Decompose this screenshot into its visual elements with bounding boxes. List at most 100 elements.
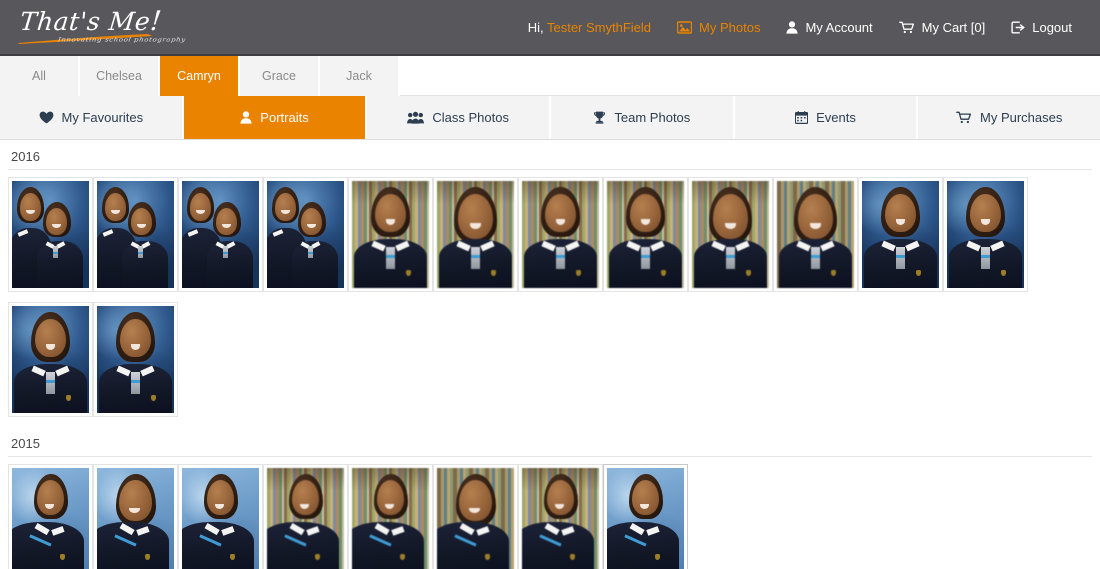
category-label-team-photos: Team Photos <box>614 110 691 125</box>
topnav-label-my-cart: My Cart [0] <box>921 19 986 35</box>
photo-image <box>437 468 514 569</box>
photo-image <box>777 181 854 288</box>
site-logo[interactable]: That's Me! Innovating school photography <box>14 2 194 52</box>
photo-thumbnail[interactable] <box>688 177 773 292</box>
user-greeting: Hi, Tester SmythField <box>528 20 651 35</box>
logo-tagline: Innovating school photography <box>57 36 187 44</box>
gallery-year-2015: 2015 <box>8 436 1092 569</box>
greeting-prefix: Hi, <box>527 19 544 35</box>
photo-thumbnail[interactable] <box>943 177 1028 292</box>
child-tab-jack[interactable]: Jack <box>320 56 400 96</box>
topnav-item-my-photos[interactable]: My Photos <box>677 20 760 35</box>
photo-thumbnail[interactable] <box>858 177 943 292</box>
child-tab-camryn[interactable]: Camryn <box>160 56 240 96</box>
category-label-class-photos: Class Photos <box>432 110 509 125</box>
trophy-icon <box>593 111 606 124</box>
child-tab-label-camryn: Camryn <box>177 69 221 83</box>
child-tab-all[interactable]: All <box>0 56 80 96</box>
photo-image <box>692 181 769 288</box>
top-navigation: Hi, Tester SmythField My Photos My Accou… <box>528 20 1088 35</box>
photo-thumbnail[interactable] <box>433 177 518 292</box>
photo-thumbnail[interactable] <box>93 177 178 292</box>
year-heading: 2015 <box>11 436 40 451</box>
photo-image <box>267 468 344 569</box>
photo-thumbnail[interactable] <box>603 464 688 569</box>
calendar-icon <box>795 111 809 124</box>
photo-image <box>352 468 429 569</box>
user-name: Tester SmythField <box>546 19 652 35</box>
photo-thumbnail[interactable] <box>263 464 348 569</box>
child-tab-label-all: All <box>32 69 46 83</box>
category-team-photos[interactable]: Team Photos <box>551 96 735 139</box>
photo-thumbnail[interactable] <box>518 464 603 569</box>
child-tab-grace[interactable]: Grace <box>240 56 320 96</box>
photo-image <box>182 468 259 569</box>
category-my-purchases[interactable]: My Purchases <box>918 96 1100 139</box>
thumbnail-grid-2016 <box>8 177 1092 427</box>
photo-thumbnail[interactable] <box>93 302 178 417</box>
category-label-events: Events <box>816 110 856 125</box>
photo-image <box>12 181 89 288</box>
photo-icon <box>677 20 693 34</box>
site-header: That's Me! Innovating school photography… <box>0 0 1100 56</box>
category-label-portraits: Portraits <box>260 110 309 125</box>
year-divider <box>8 169 1092 170</box>
photo-image <box>12 306 89 413</box>
category-events[interactable]: Events <box>734 96 919 139</box>
topnav-label-my-account: My Account <box>805 19 873 35</box>
cart-icon <box>898 21 915 34</box>
photo-thumbnail[interactable] <box>263 177 348 292</box>
photo-thumbnail[interactable] <box>518 177 603 292</box>
cart-icon <box>956 111 972 124</box>
photo-thumbnail[interactable] <box>603 177 688 292</box>
topnav-item-my-account[interactable]: My Account <box>786 19 873 35</box>
category-nav-bar: My Favourites Portraits Class Photos Tea… <box>0 96 1100 140</box>
topnav-label-logout: Logout <box>1032 19 1072 35</box>
topnav-item-my-cart[interactable]: My Cart [0] <box>898 19 986 35</box>
category-class-photos[interactable]: Class Photos <box>367 96 552 139</box>
year-divider <box>8 456 1092 457</box>
photo-image <box>97 306 174 413</box>
topnav-item-logout[interactable]: Logout <box>1011 20 1072 35</box>
logout-icon <box>1011 21 1025 34</box>
group-icon <box>407 111 425 124</box>
photo-thumbnail[interactable] <box>8 464 93 569</box>
topnav-label-my-photos: My Photos <box>699 19 761 35</box>
photo-image <box>522 468 599 569</box>
category-label-my-purchases: My Purchases <box>980 110 1063 125</box>
category-portraits[interactable]: Portraits <box>183 96 368 139</box>
photo-image <box>97 181 174 288</box>
child-tab-bar: All Chelsea Camryn Grace Jack <box>0 56 1100 96</box>
child-tab-chelsea[interactable]: Chelsea <box>80 56 160 96</box>
photo-thumbnail[interactable] <box>433 464 518 569</box>
child-tab-label-jack: Jack <box>346 69 372 83</box>
photo-thumbnail[interactable] <box>8 177 93 292</box>
child-tab-label-grace: Grace <box>261 69 297 83</box>
user-icon <box>786 20 799 34</box>
photo-thumbnail[interactable] <box>348 464 433 569</box>
year-heading: 2016 <box>11 149 40 164</box>
photo-thumbnail[interactable] <box>348 177 433 292</box>
category-my-favourites[interactable]: My Favourites <box>0 96 184 139</box>
photo-image <box>267 181 344 288</box>
photo-image <box>607 181 684 288</box>
heart-icon <box>39 111 54 124</box>
category-label-my-favourites: My Favourites <box>61 110 144 125</box>
photo-image <box>182 181 259 288</box>
logo-text: That's Me <box>18 7 152 36</box>
photo-thumbnail[interactable] <box>93 464 178 569</box>
photo-image <box>862 181 939 288</box>
photo-image <box>522 181 599 288</box>
child-tab-label-chelsea: Chelsea <box>96 69 142 83</box>
user-icon <box>240 111 252 124</box>
photo-image <box>947 181 1024 288</box>
photo-thumbnail[interactable] <box>178 177 263 292</box>
photo-thumbnail[interactable] <box>773 177 858 292</box>
photo-image <box>607 468 684 569</box>
gallery-year-2016: 2016 <box>8 149 1092 427</box>
photo-thumbnail[interactable] <box>178 464 263 569</box>
photo-image <box>12 468 89 569</box>
photo-thumbnail[interactable] <box>8 302 93 417</box>
thumbnail-grid-2015 <box>8 464 1092 569</box>
gallery-content: 2016 2015 <box>0 149 1100 569</box>
